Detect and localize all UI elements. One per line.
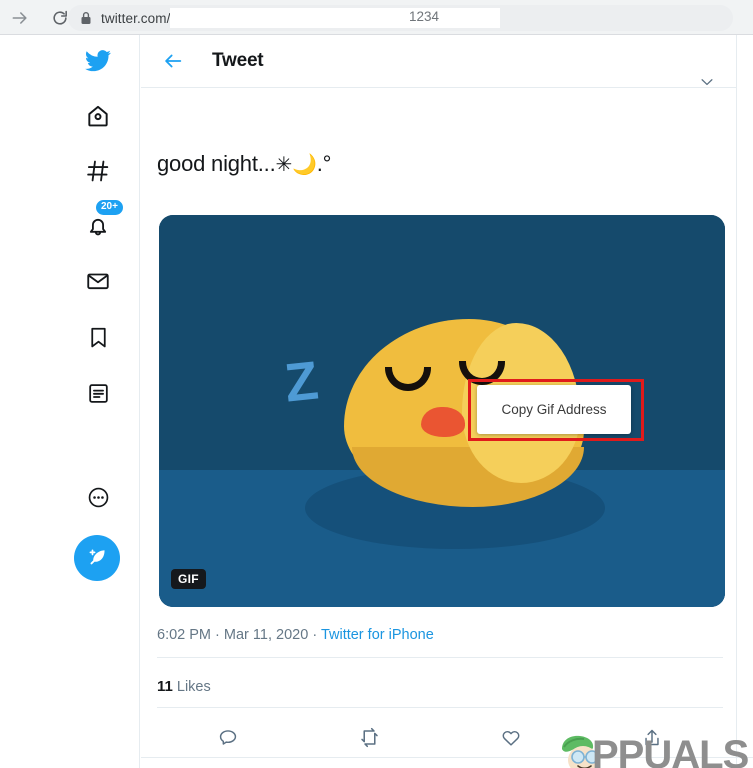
twitter-bird-icon — [85, 50, 111, 72]
forward-arrow-icon[interactable] — [4, 2, 36, 34]
list-icon — [88, 383, 108, 403]
tweet-body-text: good night...✳🌙.° — [157, 151, 331, 177]
sidebar-item-lists[interactable] — [76, 371, 120, 415]
notifications-badge: 20+ — [96, 200, 123, 215]
character-mouth — [421, 407, 465, 437]
tweet-header: Tweet — [141, 35, 737, 88]
lock-icon — [81, 12, 91, 24]
likes-label: Likes — [176, 679, 211, 695]
tab-number: 1234 — [409, 9, 440, 24]
browser-toolbar: twitter.com/ 1234 — [0, 0, 753, 35]
sidebar-item-home[interactable] — [76, 94, 120, 138]
sidebar-item-messages[interactable] — [76, 259, 120, 303]
sidebar-item-bookmarks[interactable] — [76, 315, 120, 359]
share-button[interactable] — [582, 707, 724, 768]
likes-count: 11 — [157, 678, 173, 695]
sidebar-item-twitter-logo[interactable] — [76, 39, 120, 83]
sidebar-item-notifications[interactable]: 20+ — [76, 200, 123, 248]
home-icon — [88, 105, 108, 127]
comment-icon — [219, 729, 236, 745]
meta-divider — [157, 657, 723, 658]
likes-row[interactable]: 11 Likes — [157, 678, 211, 695]
sparkle-emoji: ✳ — [275, 154, 293, 176]
feather-compose-icon — [89, 549, 105, 565]
gif-badge: GIF — [171, 569, 206, 589]
url-text: twitter.com/ — [101, 10, 171, 26]
sleep-z-text: Z — [281, 350, 322, 414]
sidebar-item-more[interactable] — [76, 475, 120, 519]
chevron-down-icon — [701, 79, 713, 86]
tweet-detail-column: Tweet good night...✳🌙.° Z GIF Copy Gif A… — [141, 35, 753, 768]
bottom-divider — [141, 757, 753, 758]
hashtag-icon — [87, 160, 109, 182]
bell-icon — [89, 218, 107, 236]
more-dots-icon — [88, 487, 108, 507]
bookmark-icon — [90, 327, 106, 347]
like-button[interactable] — [440, 707, 582, 768]
tweet-client-link[interactable]: Twitter for iPhone — [321, 627, 434, 643]
page-title: Tweet — [212, 50, 264, 71]
envelope-icon — [87, 273, 109, 290]
sidebar: 20+ — [0, 35, 140, 768]
context-menu-item-copy-gif-address[interactable]: Copy Gif Address — [501, 402, 606, 417]
sidebar-item-explore[interactable] — [76, 149, 120, 193]
tweet-more-button[interactable] — [696, 71, 718, 93]
address-bar[interactable]: twitter.com/ — [68, 5, 733, 31]
reply-button[interactable] — [157, 707, 299, 768]
twitter-page: 20+ Tweet good night...✳🌙.° Z GIF Copy G… — [0, 35, 753, 768]
tweet-action-bar — [157, 707, 723, 768]
tweet-meta: 6:02 PM · Mar 11, 2020 · Twitter for iPh… — [157, 627, 434, 643]
share-icon — [645, 729, 659, 745]
back-arrow-icon[interactable] — [161, 49, 185, 73]
tweet-text-main: good night... — [157, 151, 276, 176]
url-selection — [170, 8, 501, 28]
meta-separator-1: · — [215, 627, 220, 643]
tweet-time: 6:02 PM — [157, 627, 211, 643]
meta-separator-2: · — [312, 627, 318, 643]
crescent-moon-emoji: 🌙 — [292, 154, 317, 176]
tweet-date: Mar 11, 2020 — [223, 627, 309, 643]
compose-tweet-button[interactable] — [74, 535, 120, 581]
context-menu[interactable]: Copy Gif Address — [477, 385, 631, 434]
heart-icon — [502, 730, 520, 746]
browser-window: twitter.com/ 1234 20+ Tweet good night..… — [0, 0, 753, 768]
retweet-icon — [361, 727, 378, 748]
retweet-button[interactable] — [299, 707, 441, 768]
tweet-text-tail: .° — [316, 151, 332, 176]
gif-media-card[interactable]: Z GIF Copy Gif Address — [159, 215, 725, 607]
